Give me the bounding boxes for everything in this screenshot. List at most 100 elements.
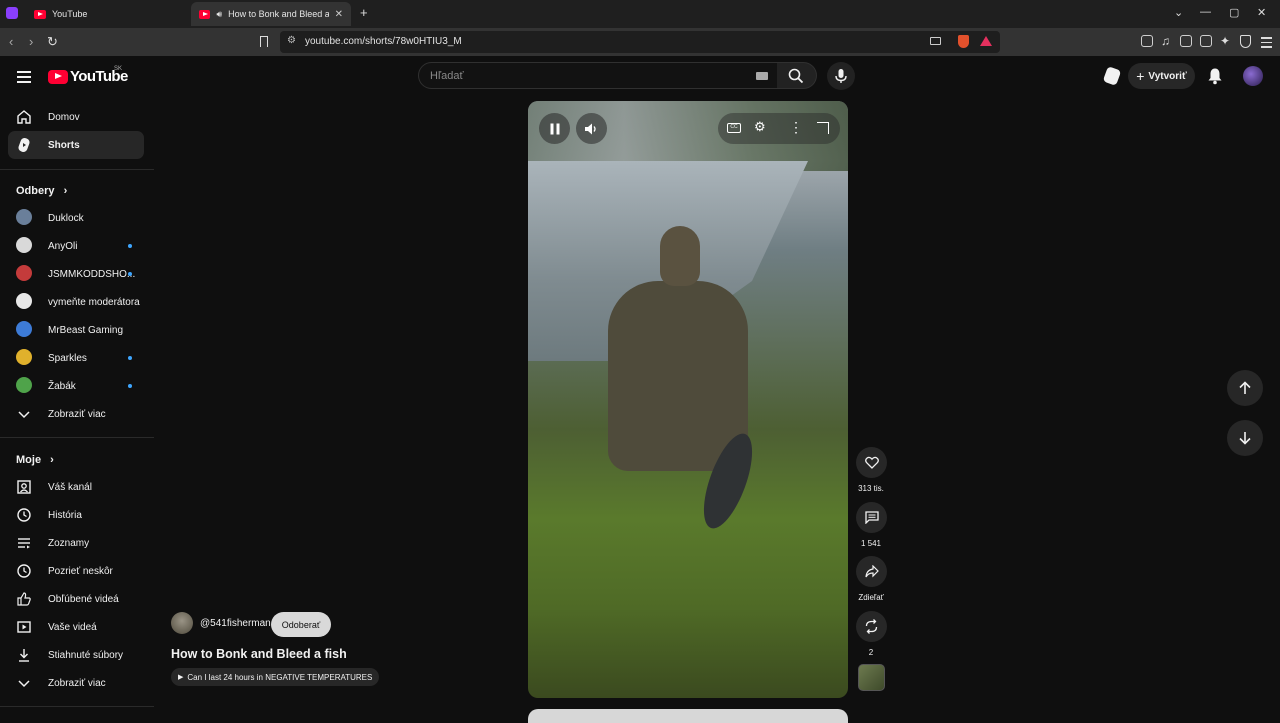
comment-count: 1 541 (860, 539, 882, 548)
captions-icon[interactable]: CC (727, 123, 741, 133)
sidebar-item-subscription[interactable]: JSMMKODDSHO... (8, 260, 144, 288)
keyboard-icon[interactable] (756, 72, 768, 80)
subscribe-button[interactable]: Odoberať (271, 612, 331, 637)
bookmark-icon[interactable] (260, 36, 268, 47)
search-box[interactable]: Hľadať (418, 62, 778, 89)
browser-tab-bar: YouTube 🔊︎ How to Bonk and Bleed a fish … (0, 0, 1280, 28)
pause-icon (550, 123, 560, 135)
sidebar-divider (0, 169, 154, 170)
voice-search-button[interactable] (827, 62, 855, 90)
sidebar-item-subscription[interactable]: Duklock (8, 204, 144, 232)
music-icon[interactable]: ♫ (1161, 34, 1170, 48)
sidebar-item-subscription[interactable]: Sparkles (8, 344, 144, 372)
sidebar-divider (0, 706, 154, 707)
brave-shield-icon[interactable] (958, 35, 969, 48)
short-video-player[interactable]: CC ⚙︎ ⋮ (528, 101, 848, 698)
tab-list-icon[interactable]: ⌄ (1174, 6, 1183, 19)
site-info-icon[interactable]: ⚙︎ (287, 35, 296, 46)
browser-tab-active[interactable]: 🔊︎ How to Bonk and Bleed a fish ✕ (191, 2, 351, 26)
share-button[interactable] (856, 556, 887, 587)
your-videos-icon (17, 621, 31, 633)
sidebar-divider (0, 437, 154, 438)
maximize-icon[interactable]: ▢ (1229, 6, 1239, 19)
previous-short-button[interactable] (1227, 370, 1263, 406)
channel-avatar (16, 349, 32, 365)
channel-info[interactable]: @541fisherman (171, 612, 271, 634)
comments-button[interactable] (856, 502, 887, 533)
close-window-icon[interactable]: ✕ (1257, 6, 1266, 19)
show-more-label: Zobraziť viac (48, 677, 106, 689)
cast-icon[interactable] (930, 37, 941, 45)
account-avatar[interactable] (1243, 66, 1263, 86)
sidebar-item-history[interactable]: História (8, 501, 144, 529)
sidebar-show-more[interactable]: Zobraziť viac (8, 669, 144, 697)
search-button[interactable] (777, 62, 817, 89)
more-options-icon[interactable]: ⋮ (789, 119, 803, 136)
close-tab-icon[interactable]: ✕ (335, 9, 343, 20)
you-heading[interactable]: Moje › (16, 454, 54, 466)
thumbs-up-icon (17, 592, 31, 606)
sound-thumbnail[interactable] (858, 664, 885, 691)
browser-menu-icon[interactable] (6, 7, 18, 19)
volume-button[interactable] (576, 113, 607, 144)
shorts-icon[interactable] (1102, 66, 1122, 86)
back-icon[interactable]: ‹ (9, 34, 13, 49)
browser-menu-icon[interactable] (1261, 37, 1272, 48)
microphone-icon (835, 69, 847, 83)
extensions-icon[interactable] (1141, 35, 1153, 47)
address-bar[interactable]: ⚙︎ youtube.com/shorts/78w0HTIU3_M (280, 31, 1000, 53)
channel-avatar (16, 209, 32, 225)
vpn-icon[interactable] (1240, 35, 1251, 48)
new-content-dot (128, 244, 132, 248)
settings-icon[interactable]: ⚙︎ (754, 119, 766, 135)
guide-menu-icon[interactable] (17, 71, 31, 86)
sidebar-item-subscription[interactable]: MrBeast Gaming (8, 316, 144, 344)
like-button[interactable] (856, 447, 887, 478)
remix-button[interactable] (856, 611, 887, 642)
next-short-preview[interactable] (528, 709, 848, 723)
sidebar-item-label: Zoznamy (48, 537, 90, 549)
leo-ai-icon[interactable]: ✦ (1220, 34, 1230, 48)
sidebar-item-subscription[interactable]: AnyOli (8, 232, 144, 260)
sidebar-item-subscription[interactable]: Žabák (8, 372, 144, 400)
tab-title: How to Bonk and Bleed a fish (228, 9, 329, 19)
arrow-down-icon (1239, 432, 1251, 445)
sidebar-item-your-channel[interactable]: Váš kanál (8, 473, 144, 501)
minimize-icon[interactable]: — (1200, 6, 1211, 18)
short-title[interactable]: How to Bonk and Bleed a fish (171, 647, 347, 661)
chevron-right-icon: › (63, 185, 68, 197)
sidebar-item-downloads[interactable]: Stiahnuté súbory (8, 641, 144, 669)
pause-button[interactable] (539, 113, 570, 144)
sidebar-item-subscription[interactable]: vymeňte moderátora (8, 288, 144, 316)
sidebar-item-shorts[interactable]: Shorts (8, 131, 144, 159)
related-video-chip[interactable]: ▶ Can I last 24 hours in NEGATIVE TEMPER… (171, 668, 380, 686)
sidebar-item-playlists[interactable]: Zoznamy (8, 529, 144, 557)
sidebar-item-your-videos[interactable]: Vaše videá (8, 613, 144, 641)
youtube-favicon-icon (199, 9, 211, 19)
reload-icon[interactable]: ↻ (47, 34, 58, 50)
sidebar-item-liked-videos[interactable]: Obľúbené videá (8, 585, 144, 613)
channel-name: MrBeast Gaming (48, 324, 124, 336)
browser-tab-youtube[interactable]: YouTube (26, 2, 186, 26)
new-tab-icon[interactable]: + (360, 5, 368, 20)
arrow-up-icon (1239, 381, 1251, 394)
sidebar-item-label: Vaše videá (48, 621, 97, 633)
subscriptions-heading[interactable]: Odbery › (16, 185, 67, 197)
sidebar-show-more[interactable]: Zobraziť viac (8, 400, 144, 428)
notifications-icon[interactable] (1207, 67, 1223, 85)
sidebar-item-watch-later[interactable]: Pozrieť neskôr (8, 557, 144, 585)
sidebar-toggle-icon[interactable] (1180, 35, 1192, 47)
next-short-button[interactable] (1227, 420, 1263, 456)
wallet-icon[interactable] (1200, 35, 1212, 47)
search-input[interactable]: Hľadať (430, 70, 464, 82)
fullscreen-icon[interactable] (817, 122, 829, 134)
channel-avatar[interactable] (171, 612, 193, 634)
brave-rewards-icon[interactable] (980, 36, 992, 46)
browser-toolbar: ‹ › ↻ ⚙︎ youtube.com/shorts/78w0HTIU3_M … (0, 28, 1280, 56)
forward-icon[interactable]: › (29, 34, 33, 49)
youtube-logo[interactable]: YouTube SK (48, 66, 128, 85)
create-button[interactable]: + Vytvoriť (1128, 63, 1195, 89)
sidebar-item-home[interactable]: Domov (8, 103, 144, 131)
channel-handle[interactable]: @541fisherman (200, 618, 271, 629)
channel-name: Žabák (48, 380, 76, 392)
